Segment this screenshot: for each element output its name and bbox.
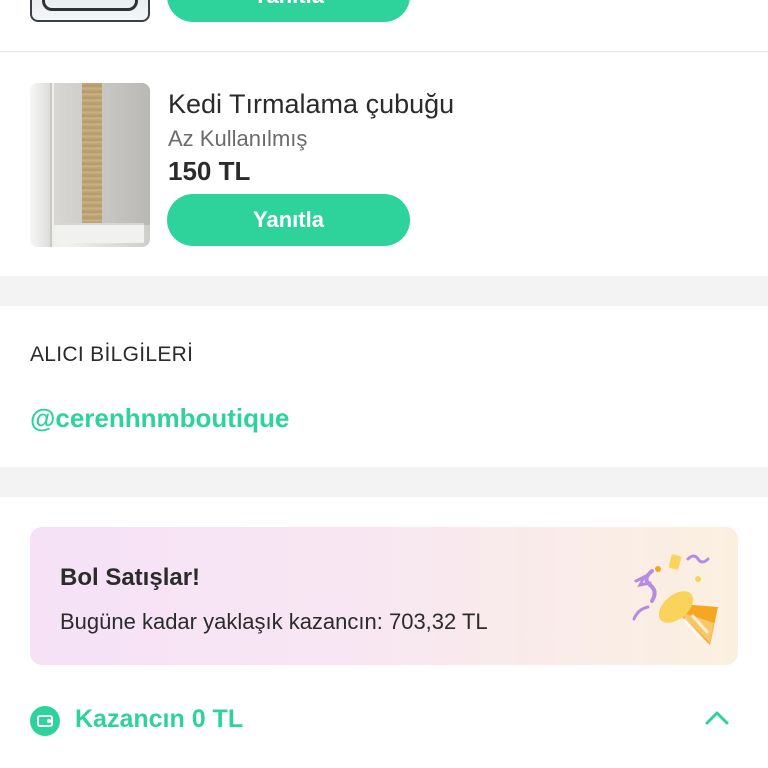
reply-button[interactable]: Yanıtla [167,194,410,246]
previous-item-row: Yanıtla [0,0,768,52]
previous-item-image[interactable] [30,0,150,22]
buyer-info-section: ALICI BİLGİLERİ @cerenhnmboutique [0,306,768,467]
item-price: 150 TL [168,156,251,186]
chevron-up-icon[interactable] [703,704,731,732]
earnings-label[interactable]: Kazancın 0 TL [75,705,243,734]
item-image[interactable] [30,83,150,247]
order-item: Kedi Tırmalama çubuğu Az Kullanılmış 150… [0,53,768,276]
sales-promo-card: Bol Satışlar! Bugüne kadar yaklaşık kaza… [30,527,738,665]
buyer-info-heading: ALICI BİLGİLERİ [30,343,194,366]
earnings-row[interactable]: Kazancın 0 TL [0,690,768,750]
previous-reply-button[interactable]: Yanıtla [167,0,410,22]
item-condition: Az Kullanılmış [168,126,308,151]
item-title: Kedi Tırmalama çubuğu [168,89,455,119]
section-divider [0,276,768,306]
party-popper-icon [632,554,718,645]
buyer-username-link[interactable]: @cerenhnmboutique [30,403,289,434]
promo-earnings-text: Bugüne kadar yaklaşık kazancın: 703,32 T… [60,609,488,634]
section-divider [0,467,768,497]
wallet-icon [30,706,60,736]
promo-title: Bol Satışlar! [60,564,201,591]
